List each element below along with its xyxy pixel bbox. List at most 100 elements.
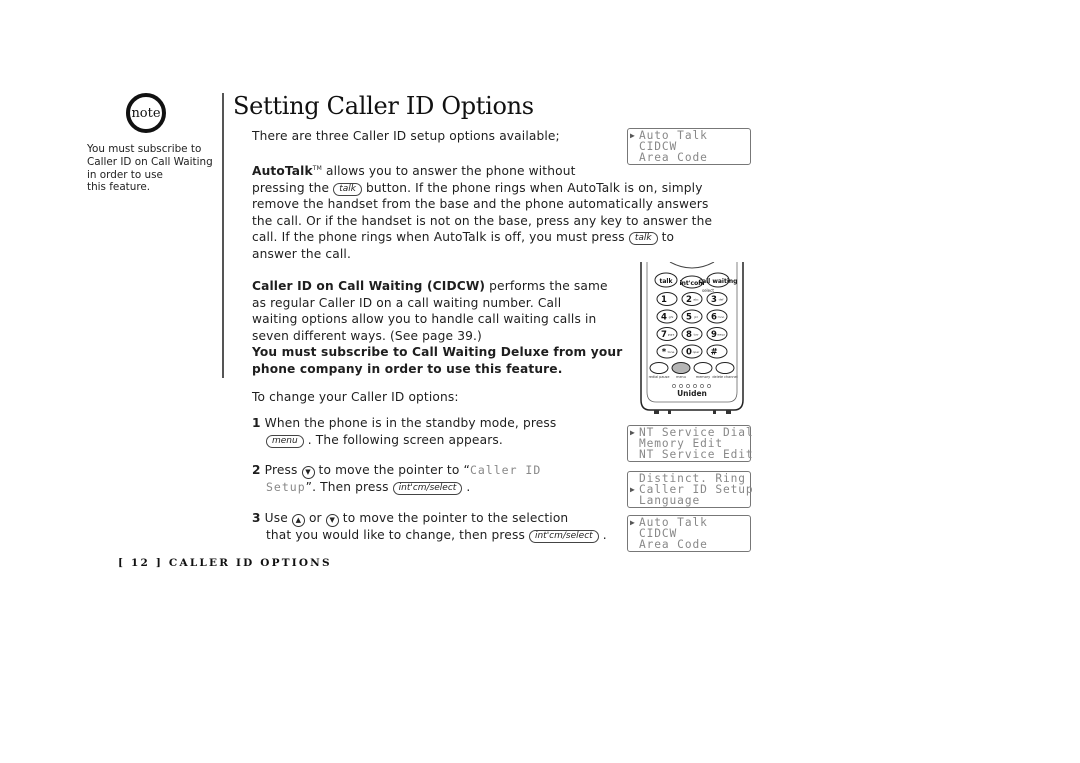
- step-2: 2 Press ▼ to move the pointer to “Caller…: [252, 462, 541, 496]
- trademark: TM: [312, 165, 322, 172]
- phone-digit-key-label: 5: [686, 313, 692, 323]
- phone-function-key-label: memory: [696, 375, 710, 379]
- autotalk-text: the call. Or if the handset is not on th…: [252, 213, 713, 228]
- phone-call-waiting-key-label: call waiting: [699, 278, 738, 285]
- lcd-text: NT Service Edit: [639, 448, 754, 462]
- autotalk-text: to: [657, 230, 675, 245]
- phone-foot: [654, 410, 659, 414]
- lcd-line: NT Service Edit: [630, 449, 753, 460]
- phone-digit-key-letters: abc: [693, 298, 699, 302]
- cidcw-paragraph: Caller ID on Call Waiting (CIDCW) perfor…: [252, 278, 622, 378]
- lcd-inline-text: Caller ID: [469, 463, 542, 477]
- phone-digit-key-label: 3: [711, 295, 717, 305]
- phone-talk-key-label: talk: [660, 278, 674, 285]
- step-text: When the phone is in the standby mode, p…: [264, 416, 557, 430]
- phone-digit-key-label: 7: [661, 330, 667, 340]
- autotalk-text: answer the call.: [252, 247, 351, 262]
- intcom-select-button-icon: int'cm/select: [528, 530, 599, 543]
- phone-speaker-hole: [672, 384, 676, 388]
- cidcw-term: Caller ID on Call Waiting (CIDCW): [252, 279, 486, 293]
- phone-function-key: [715, 362, 735, 374]
- phone-function-key: [649, 362, 669, 374]
- phone-digit-key: [656, 309, 678, 324]
- step-text: Use: [264, 511, 292, 525]
- note-line: in order to use: [87, 168, 163, 181]
- autotalk-paragraph: AutoTalkTM allows you to answer the phon…: [252, 161, 712, 263]
- phone-digit-key-label: 2: [686, 295, 692, 305]
- phone-digit-key-label: 1: [661, 295, 667, 305]
- phone-digit-key: [681, 327, 703, 341]
- autotalk-text: button. If the phone rings when AutoTalk…: [362, 180, 703, 195]
- phone-foot: [713, 410, 716, 414]
- phone-function-key: [693, 362, 713, 374]
- phone-foot: [668, 410, 671, 414]
- lcd-screen: ▶ NT Service Dial Memory Edit NT Service Ed…: [627, 425, 753, 462]
- phone-brand-logo: Uniden: [677, 389, 707, 398]
- lcd-line: Language: [630, 495, 750, 506]
- cidcw-text: performs the same: [485, 279, 608, 293]
- autotalk-term: AutoTalk: [252, 164, 313, 179]
- note-badge-label: note: [131, 105, 161, 121]
- step-1: 1 When the phone is in the standby mode,…: [252, 415, 556, 448]
- lcd-text: Area Code: [639, 151, 708, 165]
- phone-speaker-hole: [686, 384, 690, 388]
- talk-button-icon: talk: [333, 182, 362, 196]
- step-text: .: [602, 528, 607, 542]
- note-line: Caller ID on Call Waiting: [87, 155, 213, 168]
- page-footer: [ 12 ] CALLER ID OPTIONS: [118, 557, 332, 569]
- lcd-pointer-icon: ▶: [630, 428, 636, 437]
- phone-speaker-hole: [679, 384, 683, 388]
- step-3: 3 Use ▲ or ▼ to move the pointer to the …: [252, 510, 607, 544]
- phone-function-key-label: menu: [676, 375, 686, 379]
- phone-digit-key-label: 9: [711, 330, 717, 340]
- lcd-pointer-icon: ▶: [630, 518, 636, 527]
- lcd-screen: ▶ Auto Talk CIDCW Area Code: [627, 128, 751, 165]
- lcd-line: Area Code: [630, 152, 750, 163]
- note-line: You must subscribe to: [87, 143, 202, 155]
- step-text: to move the pointer to the selection: [338, 511, 569, 525]
- phone-digit-key-letters: wxyz: [717, 333, 725, 337]
- phone-digit-key: [681, 309, 703, 324]
- lcd-text: Area Code: [639, 538, 708, 552]
- phone-digit-key-letters: ghi: [669, 315, 674, 319]
- phone-digit-key: [681, 292, 703, 306]
- phone-speaker-hole: [693, 384, 697, 388]
- phone-foot: [726, 410, 731, 414]
- autotalk-text: call. If the phone rings when AutoTalk i…: [252, 230, 629, 245]
- vertical-divider: [222, 93, 224, 378]
- lcd-screen: ▶ Auto Talk CIDCW Area Code: [627, 515, 751, 552]
- phone-digit-key-letters: mno: [718, 315, 725, 319]
- page-title: Setting Caller ID Options: [233, 92, 534, 120]
- step-text: to move the pointer to “: [314, 463, 470, 477]
- phone-digit-key-letters: oper: [693, 350, 701, 354]
- phone-digit-key: [706, 292, 728, 306]
- step-text: or: [304, 511, 326, 525]
- lcd-inline-text: Setup: [266, 480, 306, 494]
- phone-digit-key-label: 0: [686, 348, 692, 358]
- intcom-select-button-icon: int'cm/select: [392, 482, 463, 495]
- lcd-line: Area Code: [630, 539, 750, 550]
- note-badge: note: [126, 93, 166, 133]
- autotalk-text: pressing the: [252, 180, 334, 195]
- phone-outline: [640, 399, 744, 411]
- phone-speaker-hole: [700, 384, 704, 388]
- phone-function-key: [671, 362, 691, 374]
- lcd-pointer-icon: ▶: [630, 131, 636, 140]
- note-text: You must subscribe to Caller ID on Call …: [87, 143, 213, 194]
- phone-function-key-label: delete channel: [712, 375, 737, 379]
- phone-display-arc: [669, 262, 715, 269]
- step-number: 2: [252, 463, 261, 477]
- phone-digit-key: [656, 292, 678, 306]
- cidcw-text: seven different ways. (See page 39.): [252, 328, 482, 343]
- cidcw-warning: phone company in order to use this featu…: [252, 361, 563, 376]
- phone-select-label: select: [702, 288, 714, 293]
- cidcw-warning: You must subscribe to Call Waiting Delux…: [252, 345, 623, 360]
- step-number: 1: [252, 416, 261, 430]
- phone-digit-key-label: 8: [686, 330, 692, 340]
- step-text: .: [466, 480, 471, 494]
- phone-handset-illustration: talk int'comcall waitingselect1 2 abc 3 def4…: [640, 262, 744, 414]
- lcd-screen: Distinct. Ring ▶ Caller ID Setup Language: [627, 471, 753, 508]
- autotalk-text: remove the handset from the base and the…: [252, 197, 709, 212]
- phone-digit-key-label: 4: [661, 313, 667, 323]
- page-number: [ 12 ]: [118, 557, 164, 569]
